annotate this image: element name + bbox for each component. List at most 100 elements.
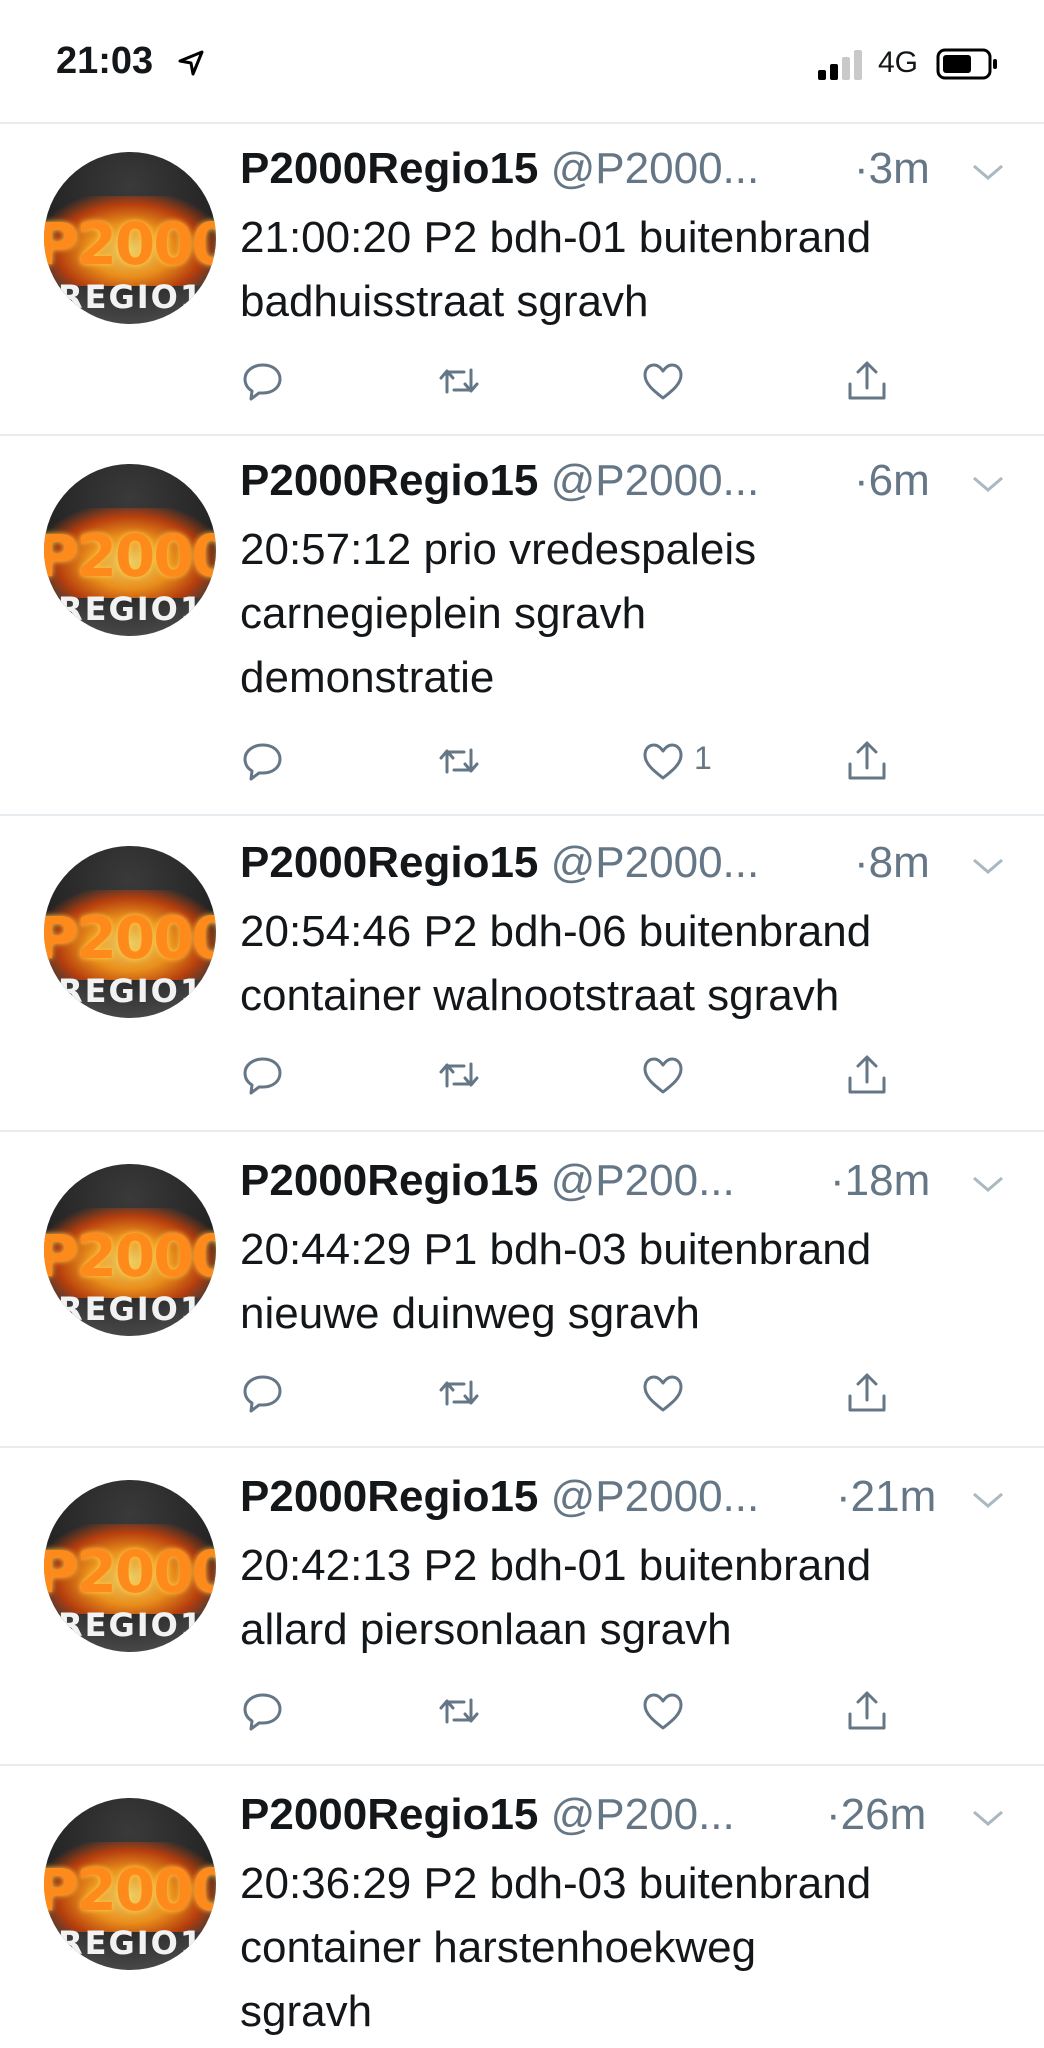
tweet-item[interactable]: P2000 REGIO15 P2000Regio15 @P2000... ·3m… [0, 124, 1044, 436]
chevron-down-icon[interactable] [970, 1172, 1006, 1196]
reply-icon [243, 1375, 282, 1413]
reply-icon [243, 1693, 282, 1731]
heart-icon [643, 1057, 683, 1094]
tweet-item[interactable]: P2000 REGIO15 P2000Regio15 @P200... ·18m… [0, 1132, 1044, 1448]
tweet-item[interactable]: P2000 REGIO15 P2000Regio15 @P2000... ·6m… [0, 436, 1044, 816]
retweet-button[interactable] [436, 738, 484, 786]
author-name[interactable]: P2000Regio15 [240, 838, 538, 887]
author-name[interactable]: P2000Regio15 [240, 1790, 538, 1839]
retweet-button[interactable] [436, 358, 484, 406]
avatar[interactable]: P2000 REGIO15 [44, 1480, 216, 1652]
author-handle[interactable]: @P2000... [551, 456, 760, 505]
tweet-header: P2000Regio15 @P200... [240, 1790, 735, 1842]
reply-button[interactable] [240, 1688, 288, 1736]
share-button[interactable] [844, 1688, 892, 1736]
reply-button[interactable] [240, 738, 288, 786]
reply-icon [243, 743, 282, 781]
reply-button[interactable] [240, 1052, 288, 1100]
retweet-icon [439, 1698, 479, 1724]
retweet-icon [439, 1062, 479, 1088]
chevron-down-icon[interactable] [970, 1806, 1006, 1830]
chevron-down-icon[interactable] [970, 854, 1006, 878]
tweet-text: 21:00:20 P2 bdh-01 buitenbrand badhuisst… [240, 213, 872, 326]
tweet-actions [240, 1370, 900, 1418]
like-button[interactable] [640, 1052, 688, 1100]
tweet-text: 20:44:29 P1 bdh-03 buitenbrand nieuwe du… [240, 1225, 872, 1338]
chevron-down-icon[interactable] [970, 160, 1006, 184]
share-icon [848, 741, 886, 780]
author-name[interactable]: P2000Regio15 [240, 1156, 538, 1205]
share-icon [848, 1691, 886, 1730]
tweet-text: 20:36:29 P2 bdh-03 buitenbrand container… [240, 1859, 872, 2036]
share-button[interactable] [844, 1052, 892, 1100]
chevron-down-icon[interactable] [970, 1488, 1006, 1512]
like-button[interactable] [640, 1688, 688, 1736]
tweet-time[interactable]: ·6m [854, 456, 930, 506]
location-arrow-icon [178, 50, 204, 76]
tweet-actions [240, 1688, 900, 1736]
share-button[interactable] [844, 1370, 892, 1418]
author-name[interactable]: P2000Regio15 [240, 456, 538, 505]
retweet-icon [439, 748, 479, 774]
tweet-time[interactable]: ·26m [826, 1790, 926, 1840]
heart-icon [643, 743, 683, 780]
share-icon [848, 1055, 886, 1094]
tweet-text: 20:54:46 P2 bdh-06 buitenbrand container… [240, 907, 872, 1020]
network-type: 4G [878, 46, 919, 79]
share-button[interactable] [844, 358, 892, 406]
share-icon [848, 361, 886, 400]
tweet-header: P2000Regio15 @P2000... [240, 1472, 759, 1524]
heart-icon [643, 1693, 683, 1730]
chevron-down-icon[interactable] [970, 472, 1006, 496]
tweet-item[interactable]: P2000 REGIO15 P2000Regio15 @P2000... ·8m… [0, 816, 1044, 1132]
author-name[interactable]: P2000Regio15 [240, 144, 538, 193]
status-bar: 21:03 4G [0, 0, 1044, 124]
tweet-header: P2000Regio15 @P2000... [240, 838, 759, 890]
author-handle[interactable]: @P2000... [551, 144, 760, 193]
tweet-header: P2000Regio15 @P2000... [240, 144, 759, 196]
avatar[interactable]: P2000 REGIO15 [44, 1798, 216, 1970]
like-button[interactable] [640, 358, 688, 406]
tweet-text: 20:57:12 prio vredespaleis carnegieplein… [240, 525, 757, 702]
heart-icon [643, 363, 683, 400]
like-button[interactable] [640, 738, 688, 786]
share-icon [848, 1373, 886, 1412]
tweet-time[interactable]: ·8m [854, 838, 930, 888]
tweet-header: P2000Regio15 @P2000... [240, 456, 759, 508]
battery-icon [936, 48, 997, 80]
tweet-time[interactable]: ·3m [854, 144, 930, 194]
avatar[interactable]: P2000 REGIO15 [44, 1164, 216, 1336]
tweet-header: P2000Regio15 @P200... [240, 1156, 735, 1208]
author-handle[interactable]: @P2000... [551, 838, 760, 887]
share-button[interactable] [844, 738, 892, 786]
tweet-item[interactable]: P2000 REGIO15 P2000Regio15 @P200... ·26m… [0, 1766, 1044, 2048]
tweet-text: 20:42:13 P2 bdh-01 buitenbrand allard pi… [240, 1541, 872, 1654]
signal-bars-icon [818, 50, 862, 80]
reply-button[interactable] [240, 358, 288, 406]
status-time: 21:03 [56, 40, 154, 82]
reply-button[interactable] [240, 1370, 288, 1418]
tweet-actions [240, 358, 900, 406]
reply-icon [243, 1057, 282, 1095]
avatar[interactable]: P2000 REGIO15 [44, 464, 216, 636]
tweet-time[interactable]: ·21m [836, 1472, 936, 1522]
author-handle[interactable]: @P200... [551, 1790, 735, 1839]
like-button[interactable] [640, 1370, 688, 1418]
tweet-time[interactable]: ·18m [830, 1156, 930, 1206]
retweet-icon [439, 1380, 479, 1406]
author-handle[interactable]: @P200... [551, 1156, 735, 1205]
avatar[interactable]: P2000 REGIO15 [44, 152, 216, 324]
heart-icon [643, 1375, 683, 1412]
retweet-button[interactable] [436, 1052, 484, 1100]
like-count: 1 [694, 740, 712, 776]
retweet-icon [439, 368, 479, 394]
tweet-item[interactable]: P2000 REGIO15 P2000Regio15 @P2000... ·21… [0, 1448, 1044, 1766]
tweet-actions [240, 1052, 900, 1100]
avatar[interactable]: P2000 REGIO15 [44, 846, 216, 1018]
author-handle[interactable]: @P2000... [551, 1472, 760, 1521]
retweet-button[interactable] [436, 1688, 484, 1736]
tweet-actions: 1 [240, 738, 900, 786]
author-name[interactable]: P2000Regio15 [240, 1472, 538, 1521]
reply-icon [243, 363, 282, 401]
retweet-button[interactable] [436, 1370, 484, 1418]
